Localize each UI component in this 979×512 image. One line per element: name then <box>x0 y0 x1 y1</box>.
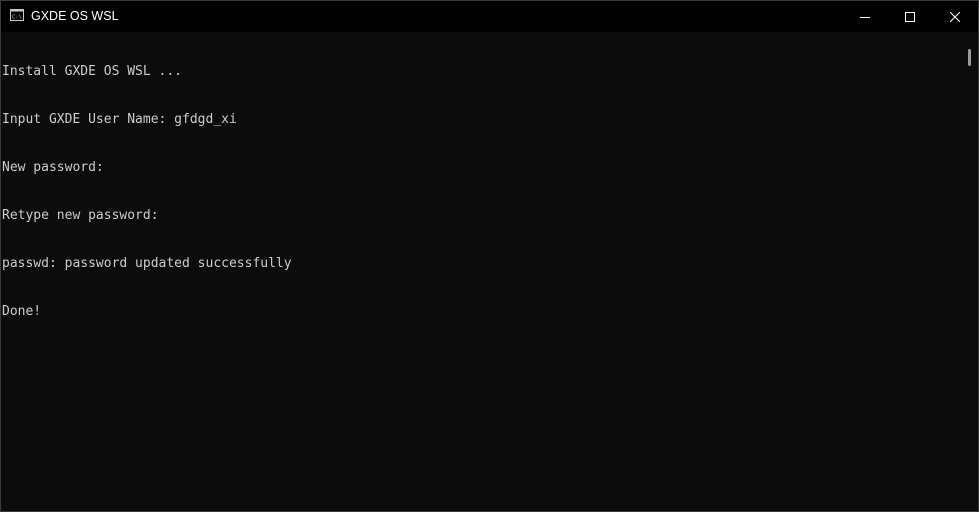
console-window: C:\ GXDE OS WSL Install GXDE OS WSL ... … <box>0 0 979 512</box>
vertical-scrollbar[interactable] <box>963 32 977 511</box>
window-title: GXDE OS WSL <box>31 9 119 23</box>
close-icon <box>950 11 960 22</box>
console-line: Install GXDE OS WSL ... <box>2 64 183 79</box>
console-line: passwd: password updated successfully <box>2 256 292 271</box>
svg-text:C:\: C:\ <box>12 15 22 21</box>
console-line: Input GXDE User Name: gfdgd_xi <box>2 112 237 127</box>
console-icon: C:\ <box>10 9 24 21</box>
minimize-button[interactable] <box>842 1 888 32</box>
close-button[interactable] <box>932 1 978 32</box>
maximize-button[interactable] <box>887 1 933 32</box>
console-line: Done! <box>2 304 42 319</box>
console-output[interactable]: Install GXDE OS WSL ... Input GXDE User … <box>1 32 965 511</box>
title-bar[interactable]: C:\ GXDE OS WSL <box>1 1 978 32</box>
console-line: Retype new password: <box>2 208 159 223</box>
minimize-icon <box>860 16 870 18</box>
console-text: Install GXDE OS WSL ... Input GXDE User … <box>1 32 965 352</box>
scrollbar-thumb[interactable] <box>968 49 971 66</box>
console-line: New password: <box>2 160 104 175</box>
maximize-icon <box>905 11 915 22</box>
